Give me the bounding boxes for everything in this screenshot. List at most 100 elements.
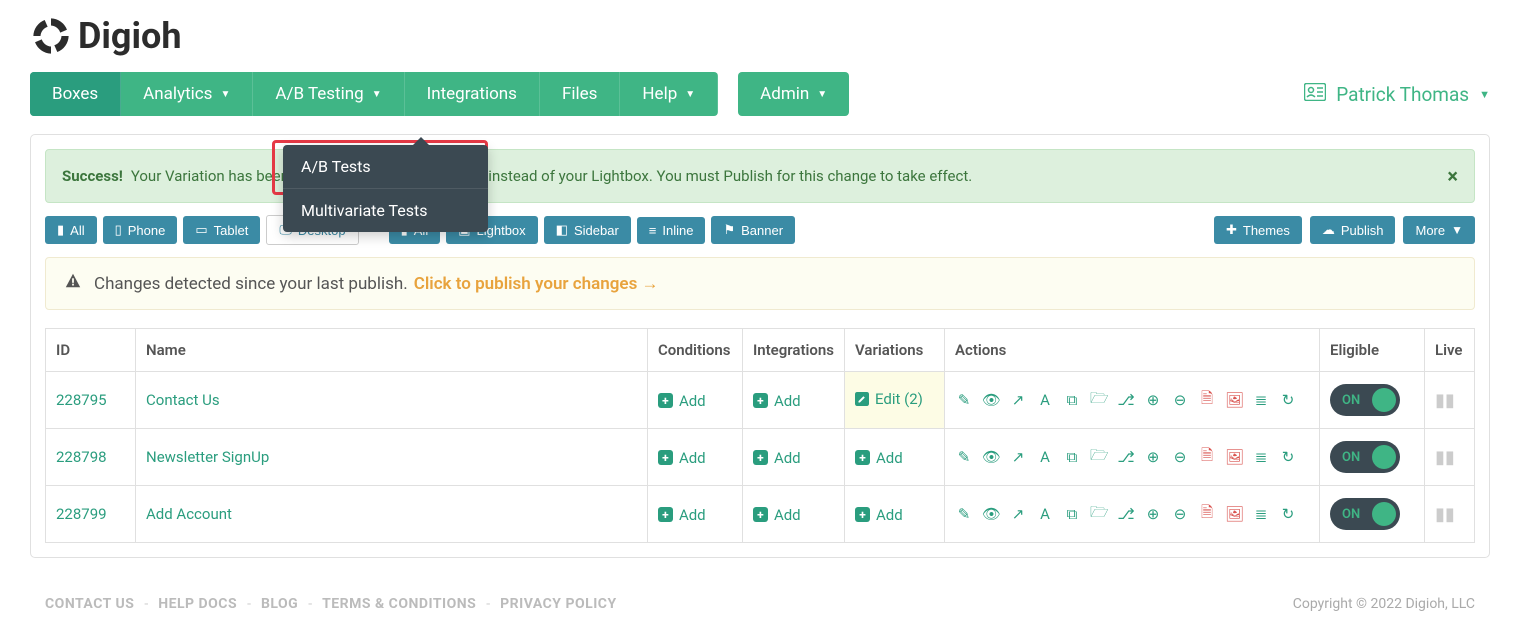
add-button[interactable]: +Add xyxy=(753,392,801,410)
eye-icon[interactable]: 👁 xyxy=(982,505,1000,523)
image-icon[interactable]: 🖼 xyxy=(1225,391,1243,409)
eligible-toggle[interactable]: ON xyxy=(1330,498,1400,530)
footer-help[interactable]: HELP DOCS xyxy=(158,596,237,612)
add-button[interactable]: +Add xyxy=(753,506,801,524)
pdf-icon[interactable]: 🗎 xyxy=(1198,502,1216,527)
font-icon[interactable]: A xyxy=(1036,505,1054,523)
db-icon[interactable]: ≣ xyxy=(1252,448,1270,466)
success-body: Your Variation has been created and will… xyxy=(131,167,972,185)
row-name-link[interactable]: Newsletter SignUp xyxy=(146,448,269,466)
filter-type-banner[interactable]: ⚑Banner xyxy=(711,216,795,244)
pdf-icon[interactable]: 🗎 xyxy=(1198,445,1216,470)
col-live: Live xyxy=(1425,329,1475,372)
add-button[interactable]: +Add xyxy=(753,449,801,467)
font-icon[interactable]: A xyxy=(1036,391,1054,409)
actions-cell: ✎ 👁 ↗ A ⧉ 🗁 ⎇ ⊕ ⊖ 🗎 🖼 ≣ ↻ xyxy=(955,388,1309,413)
add-button[interactable]: +Add xyxy=(658,392,706,410)
eligible-toggle[interactable]: ON xyxy=(1330,384,1400,416)
copy-icon[interactable]: ⧉ xyxy=(1063,391,1081,409)
copy-icon[interactable]: ⧉ xyxy=(1063,505,1081,523)
nav-user-menu[interactable]: Patrick Thomas ▼ xyxy=(1304,83,1490,106)
table-row: 228798 Newsletter SignUp +Add +Add +Add … xyxy=(46,429,1475,486)
edit-variations-button[interactable]: Edit (2) xyxy=(855,390,923,408)
filter-type-sidebar[interactable]: ◧Sidebar xyxy=(544,216,631,244)
row-name-link[interactable]: Contact Us xyxy=(146,391,220,409)
nav-boxes[interactable]: Boxes xyxy=(30,72,121,116)
caret-down-icon: ▼ xyxy=(685,89,695,100)
add-button[interactable]: +Add xyxy=(855,506,903,524)
main-nav: Boxes Analytics▼ A/B Testing▼ Integratio… xyxy=(0,72,1520,116)
branch-icon[interactable]: ⎇ xyxy=(1117,505,1135,523)
filter-device-phone[interactable]: ▯Phone xyxy=(103,216,178,244)
refresh-icon[interactable]: ↻ xyxy=(1279,505,1297,523)
nav-analytics[interactable]: Analytics▼ xyxy=(121,72,253,116)
nav-ab-testing[interactable]: A/B Testing▼ xyxy=(253,72,404,116)
add-button[interactable]: +Add xyxy=(658,449,706,467)
branch-icon[interactable]: ⎇ xyxy=(1117,448,1135,466)
folder-icon[interactable]: 🗁 xyxy=(1090,502,1108,527)
dropdown-multivariate-tests[interactable]: Multivariate Tests xyxy=(283,189,488,232)
eligible-toggle[interactable]: ON xyxy=(1330,441,1400,473)
footer-terms[interactable]: TERMS & CONDITIONS xyxy=(322,596,476,612)
eye-icon[interactable]: 👁 xyxy=(982,448,1000,466)
row-name-link[interactable]: Add Account xyxy=(146,505,232,523)
user-card-icon xyxy=(1304,83,1326,106)
row-id-link[interactable]: 228798 xyxy=(56,448,107,466)
nav-files[interactable]: Files xyxy=(540,72,620,116)
footer-privacy[interactable]: PRIVACY POLICY xyxy=(500,596,617,612)
folder-icon[interactable]: 🗁 xyxy=(1090,445,1108,470)
copy-icon[interactable]: ⧉ xyxy=(1063,448,1081,466)
font-icon[interactable]: A xyxy=(1036,448,1054,466)
up-icon[interactable]: ⊕ xyxy=(1144,391,1162,409)
folder-icon[interactable]: 🗁 xyxy=(1090,388,1108,413)
nav-integrations[interactable]: Integrations xyxy=(405,72,540,116)
footer-blog[interactable]: BLOG xyxy=(261,596,298,612)
plus-icon: + xyxy=(753,507,768,522)
edit-icon[interactable]: ✎ xyxy=(955,448,973,466)
down-icon[interactable]: ⊖ xyxy=(1171,505,1189,523)
dropdown-ab-tests[interactable]: A/B Tests xyxy=(283,145,488,189)
row-id-link[interactable]: 228799 xyxy=(56,505,107,523)
caret-down-icon: ▼ xyxy=(1451,223,1463,237)
col-variations: Variations xyxy=(845,329,945,372)
down-icon[interactable]: ⊖ xyxy=(1171,391,1189,409)
add-button[interactable]: +Add xyxy=(658,506,706,524)
filter-device-all[interactable]: ▮All xyxy=(45,216,97,244)
pdf-icon[interactable]: 🗎 xyxy=(1198,388,1216,413)
more-button[interactable]: More▼ xyxy=(1403,216,1475,244)
down-icon[interactable]: ⊖ xyxy=(1171,448,1189,466)
up-icon[interactable]: ⊕ xyxy=(1144,505,1162,523)
col-id: ID xyxy=(46,329,136,372)
caret-down-icon: ▼ xyxy=(372,89,382,100)
filter-type-inline[interactable]: ≡Inline xyxy=(637,217,706,244)
refresh-icon[interactable]: ↻ xyxy=(1279,391,1297,409)
plus-icon: ✚ xyxy=(1226,222,1237,238)
external-icon[interactable]: ↗ xyxy=(1009,448,1027,466)
publish-link[interactable]: Click to publish your changes → xyxy=(414,274,659,294)
close-icon[interactable]: × xyxy=(1447,164,1458,188)
success-alert: Success! Your Variation has been created… xyxy=(45,149,1475,203)
add-button[interactable]: +Add xyxy=(855,449,903,467)
external-icon[interactable]: ↗ xyxy=(1009,505,1027,523)
db-icon[interactable]: ≣ xyxy=(1252,391,1270,409)
themes-button[interactable]: ✚Themes xyxy=(1214,216,1302,244)
image-icon[interactable]: 🖼 xyxy=(1225,505,1243,523)
eye-icon[interactable]: 👁 xyxy=(982,391,1000,409)
sidebar-icon: ◧ xyxy=(556,222,568,238)
plus-icon: + xyxy=(855,507,870,522)
table-row: 228795 Contact Us +Add +Add Edit (2) ✎ 👁 ↗… xyxy=(46,372,1475,429)
up-icon[interactable]: ⊕ xyxy=(1144,448,1162,466)
branch-icon[interactable]: ⎇ xyxy=(1117,391,1135,409)
image-icon[interactable]: 🖼 xyxy=(1225,448,1243,466)
external-icon[interactable]: ↗ xyxy=(1009,391,1027,409)
filter-device-tablet[interactable]: ▭Tablet xyxy=(183,216,260,244)
edit-icon[interactable]: ✎ xyxy=(955,391,973,409)
refresh-icon[interactable]: ↻ xyxy=(1279,448,1297,466)
nav-help[interactable]: Help▼ xyxy=(620,72,718,116)
row-id-link[interactable]: 228795 xyxy=(56,391,107,409)
db-icon[interactable]: ≣ xyxy=(1252,505,1270,523)
publish-button[interactable]: ☁Publish xyxy=(1310,216,1396,244)
edit-icon[interactable]: ✎ xyxy=(955,505,973,523)
footer-contact[interactable]: CONTACT US xyxy=(45,596,134,612)
nav-admin[interactable]: Admin▼ xyxy=(738,72,849,116)
